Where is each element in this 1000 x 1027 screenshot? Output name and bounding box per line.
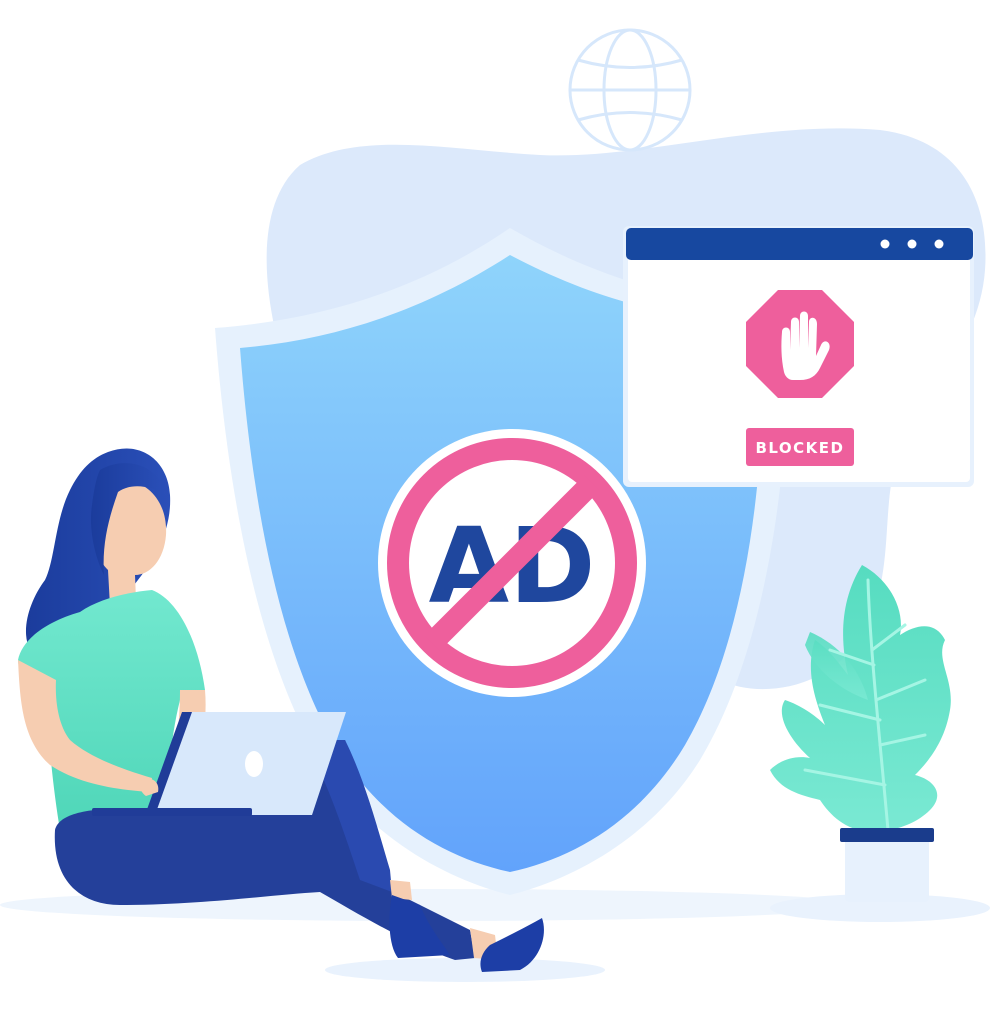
blocked-label: BLOCKED [755,439,844,457]
no-ad-icon: AD [378,429,646,697]
stop-hand-icon [746,290,854,398]
globe-icon [568,28,692,152]
window-title-bar [626,228,973,260]
pot-rim [840,828,934,842]
ad-blocker-illustration: AD BLOCKED [0,28,990,982]
floor-shadow [325,958,605,982]
blocked-browser-window: BLOCKED [623,226,974,487]
